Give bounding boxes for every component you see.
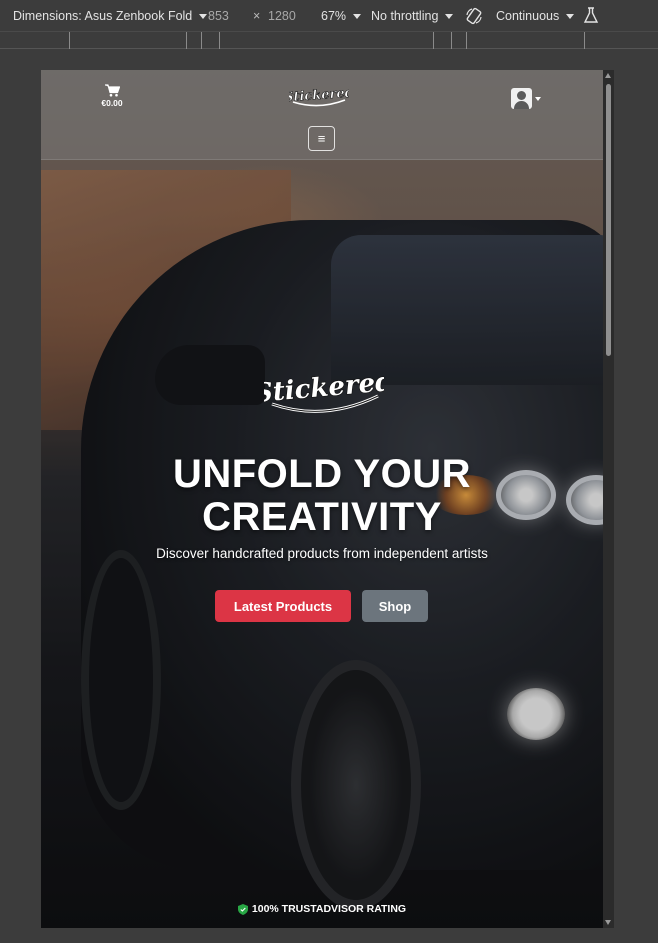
device-viewport: €0.00 Stickered ≡ Stickered UNFOLD YOUR … xyxy=(41,70,614,928)
media-query-ruler xyxy=(0,32,658,49)
shopping-cart-icon xyxy=(104,84,120,97)
ruler-tick xyxy=(69,32,70,49)
scroll-up-arrow-icon[interactable] xyxy=(605,73,611,78)
stickered-logo[interactable]: Stickered xyxy=(289,84,349,110)
hero-title-line-1: UNFOLD YOUR xyxy=(172,452,472,496)
device-toolbar: Dimensions: Asus Zenbook Fold 853 × 1280… xyxy=(0,0,658,32)
chevron-down-icon xyxy=(566,13,575,19)
hero-subtitle: Discover handcrafted products from indep… xyxy=(156,546,488,561)
throttling-dropdown[interactable]: No throttling xyxy=(371,9,454,23)
rotate-button[interactable] xyxy=(465,7,483,25)
throttling-label: No throttling xyxy=(371,9,439,23)
ruler-tick xyxy=(451,32,452,49)
mode-label: Continuous xyxy=(496,9,560,23)
ruler-tick xyxy=(219,32,220,49)
width-input[interactable]: 853 xyxy=(208,9,229,23)
times-separator: × xyxy=(253,9,261,23)
height-input[interactable]: 1280 xyxy=(268,9,296,23)
device-dimensions-label: Dimensions: Asus Zenbook Fold xyxy=(13,9,193,23)
scroll-down-arrow-icon[interactable] xyxy=(605,920,611,925)
scrollbar-thumb[interactable] xyxy=(606,84,611,356)
rotate-icon xyxy=(466,7,482,25)
ruler-tick xyxy=(186,32,187,49)
latest-products-button[interactable]: Latest Products xyxy=(215,590,351,622)
hero-stickered-logo: Stickered xyxy=(264,366,384,413)
cart-total: €0.00 xyxy=(101,98,123,108)
hamburger-menu-icon: ≡ xyxy=(317,131,326,146)
ruler-tick xyxy=(584,32,585,49)
chevron-down-icon xyxy=(353,13,362,19)
account-dropdown[interactable] xyxy=(511,88,541,109)
cart-link[interactable]: €0.00 xyxy=(97,84,127,108)
chevron-down-icon xyxy=(535,96,541,101)
page-scrollbar[interactable] xyxy=(603,70,614,928)
hero-title-line-2: CREATIVITY xyxy=(202,495,442,539)
device-dimensions-dropdown[interactable]: Dimensions: Asus Zenbook Fold xyxy=(13,9,208,23)
zoom-dropdown[interactable]: 67% xyxy=(321,9,362,23)
navbar-toggle-button[interactable]: ≡ xyxy=(308,126,335,151)
user-icon xyxy=(511,88,532,109)
hero-title: UNFOLD YOUR CREATIVITY xyxy=(41,453,603,539)
trust-rating-text: 100% TRUSTADVISOR RATING xyxy=(251,903,407,915)
shop-button[interactable]: Shop xyxy=(362,590,428,622)
ruler-tick xyxy=(433,32,434,49)
site-navbar: €0.00 Stickered ≡ xyxy=(41,70,603,160)
flask-icon xyxy=(583,7,599,23)
chevron-down-icon xyxy=(445,13,454,19)
ruler-tick xyxy=(201,32,202,49)
mode-dropdown[interactable]: Continuous xyxy=(496,9,575,23)
ruler-tick xyxy=(466,32,467,49)
zoom-label: 67% xyxy=(321,9,347,23)
shield-check-icon xyxy=(237,903,248,915)
experiments-button[interactable] xyxy=(583,7,599,24)
web-page: €0.00 Stickered ≡ Stickered UNFOLD YOUR … xyxy=(41,70,603,928)
trust-rating: 100% TRUSTADVISOR RATING xyxy=(41,903,603,915)
chevron-down-icon xyxy=(199,13,208,19)
